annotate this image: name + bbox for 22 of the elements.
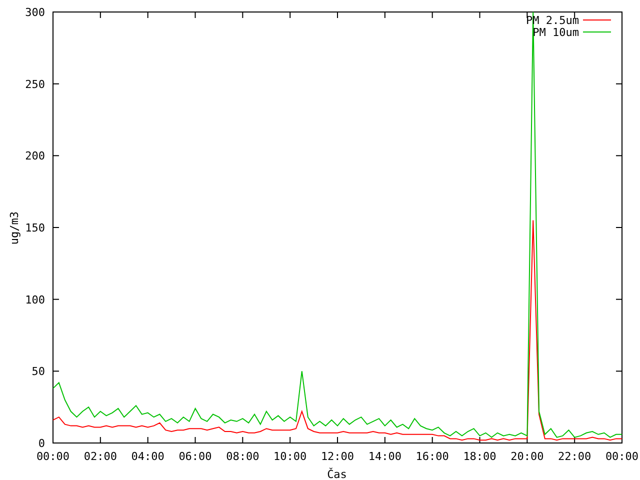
x-tick-label: 00:00 — [36, 450, 70, 463]
y-axis-title: ug/m3 — [8, 211, 21, 245]
x-tick-label: 16:00 — [416, 450, 449, 463]
x-tick-label: 22:00 — [558, 450, 592, 463]
y-tick-label: 300 — [25, 6, 45, 19]
y-tick-label: 250 — [25, 78, 45, 91]
x-tick-label: 06:00 — [178, 450, 212, 463]
x-tick-label: 10:00 — [274, 450, 307, 463]
y-tick-label: 0 — [38, 437, 45, 450]
x-tick-label: 00:00 — [605, 450, 639, 463]
y-tick-label: 100 — [25, 293, 45, 306]
x-tick-label: 12:00 — [320, 450, 354, 463]
x-tick-label: 20:00 — [510, 450, 544, 463]
y-tick-label: 150 — [25, 222, 45, 234]
x-tick-label: 02:00 — [84, 450, 117, 463]
y-tick-label: 200 — [25, 150, 45, 163]
x-tick-label: 14:00 — [368, 450, 402, 463]
x-tick-label: 08:00 — [226, 450, 260, 463]
x-axis-title: Čas — [327, 468, 347, 480]
x-tick-label: 18:00 — [463, 450, 496, 463]
x-tick-label: 04:00 — [131, 450, 164, 463]
y-tick-label: 50 — [32, 365, 45, 378]
